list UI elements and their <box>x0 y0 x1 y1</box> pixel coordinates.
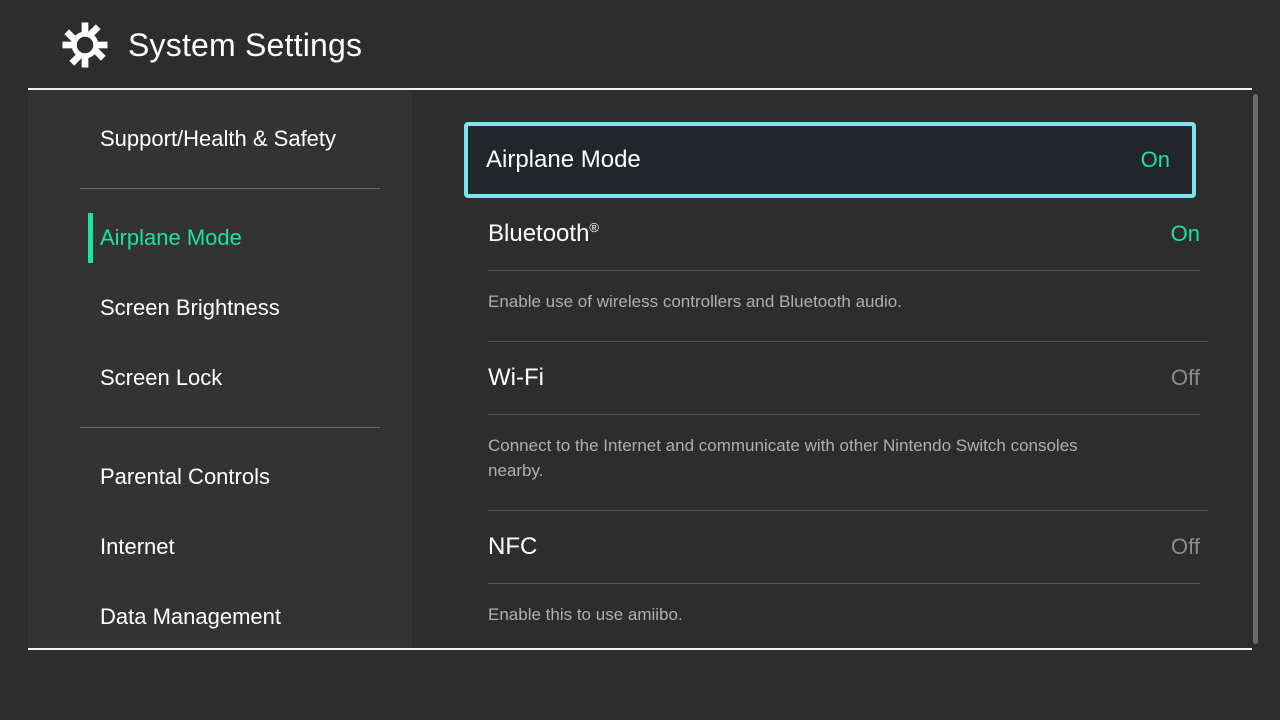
setting-title-text: Wi-Fi <box>488 364 544 391</box>
sidebar-item-screen-brightness[interactable]: Screen Brightness <box>28 273 412 343</box>
sidebar-item-label: Data Management <box>100 605 281 629</box>
sidebar-item-internet[interactable]: Internet <box>28 512 412 582</box>
setting-row-header: Wi-Fi Off <box>466 342 1218 414</box>
sidebar-top-spacer <box>28 90 412 104</box>
content-area: Support/Health & Safety Airplane Mode Scre… <box>0 90 1280 648</box>
setting-value: On <box>1141 149 1170 171</box>
sidebar-item-label: Support/Health & Safety <box>100 127 336 151</box>
scrollbar-thumb[interactable] <box>1253 94 1258 644</box>
settings-top-spacer <box>440 90 1252 122</box>
sidebar-item-airplane-mode[interactable]: Airplane Mode <box>28 203 412 273</box>
sidebar-divider <box>80 188 380 189</box>
setting-title-text: Bluetooth <box>488 220 589 247</box>
sidebar-item-data-management[interactable]: Data Management <box>28 582 412 648</box>
system-settings-screen: System Settings Support/Health & Safety A… <box>0 0 1280 720</box>
setting-row-airplane-mode[interactable]: Airplane Mode On <box>464 122 1196 198</box>
setting-description: Connect to the Internet and communicate … <box>488 433 1108 484</box>
setting-description-wrap: Enable this to use amiibo. <box>488 583 1200 649</box>
setting-row-wi-fi[interactable]: Wi-Fi Off Connect to the Internet and comm… <box>466 342 1218 510</box>
setting-value: Off <box>1171 536 1200 558</box>
scrollbar-track[interactable] <box>1253 94 1258 644</box>
settings-list[interactable]: Airplane Mode On Bluetooth® On Enable use of… <box>440 90 1252 648</box>
setting-title: Wi-Fi <box>488 366 544 390</box>
sidebar-item-label: Parental Controls <box>100 465 270 489</box>
sidebar-item-label: Screen Brightness <box>100 296 280 320</box>
sidebar-item-support-health-safety[interactable]: Support/Health & Safety <box>28 104 412 174</box>
header-title-group: System Settings <box>62 22 362 68</box>
sidebar-item-label: Internet <box>100 535 175 559</box>
setting-value: Off <box>1171 367 1200 389</box>
sidebar-scroll-container: Support/Health & Safety Airplane Mode Scre… <box>28 90 412 648</box>
page-title: System Settings <box>128 29 362 61</box>
setting-row-header: NFC Off <box>466 511 1218 583</box>
setting-title-text: NFC <box>488 533 537 560</box>
sidebar-item-parental-controls[interactable]: Parental Controls <box>28 442 412 512</box>
setting-title-text: Airplane Mode <box>486 146 641 173</box>
header: System Settings <box>0 0 1280 89</box>
sidebar-item-label: Airplane Mode <box>100 226 242 250</box>
footer: BBackAOK <box>0 650 1280 720</box>
setting-row-bluetooth[interactable]: Bluetooth® On Enable use of wireless contr… <box>466 198 1218 341</box>
setting-description-wrap: Enable use of wireless controllers and B… <box>488 270 1200 341</box>
sidebar[interactable]: Support/Health & Safety Airplane Mode Scre… <box>28 90 412 648</box>
registered-trademark-icon: ® <box>589 220 599 235</box>
setting-row-header: Airplane Mode On <box>468 126 1192 194</box>
sidebar-item-screen-lock[interactable]: Screen Lock <box>28 343 412 413</box>
setting-title: NFC <box>488 535 537 559</box>
setting-value: On <box>1171 223 1200 245</box>
setting-title: Bluetooth® <box>488 222 599 246</box>
setting-row-header: Bluetooth® On <box>466 198 1218 270</box>
setting-title: Airplane Mode <box>486 148 641 172</box>
gear-icon <box>62 22 108 68</box>
setting-description-wrap: Connect to the Internet and communicate … <box>488 414 1200 510</box>
sidebar-divider <box>80 427 380 428</box>
setting-description: Enable use of wireless controllers and B… <box>488 289 1108 315</box>
setting-row-nfc[interactable]: NFC Off Enable this to use amiibo. <box>466 511 1218 649</box>
settings-scroll-container: Airplane Mode On Bluetooth® On Enable use of… <box>440 90 1252 648</box>
setting-description: Enable this to use amiibo. <box>488 602 1108 628</box>
selection-indicator <box>88 213 93 263</box>
sidebar-item-label: Screen Lock <box>100 366 222 390</box>
